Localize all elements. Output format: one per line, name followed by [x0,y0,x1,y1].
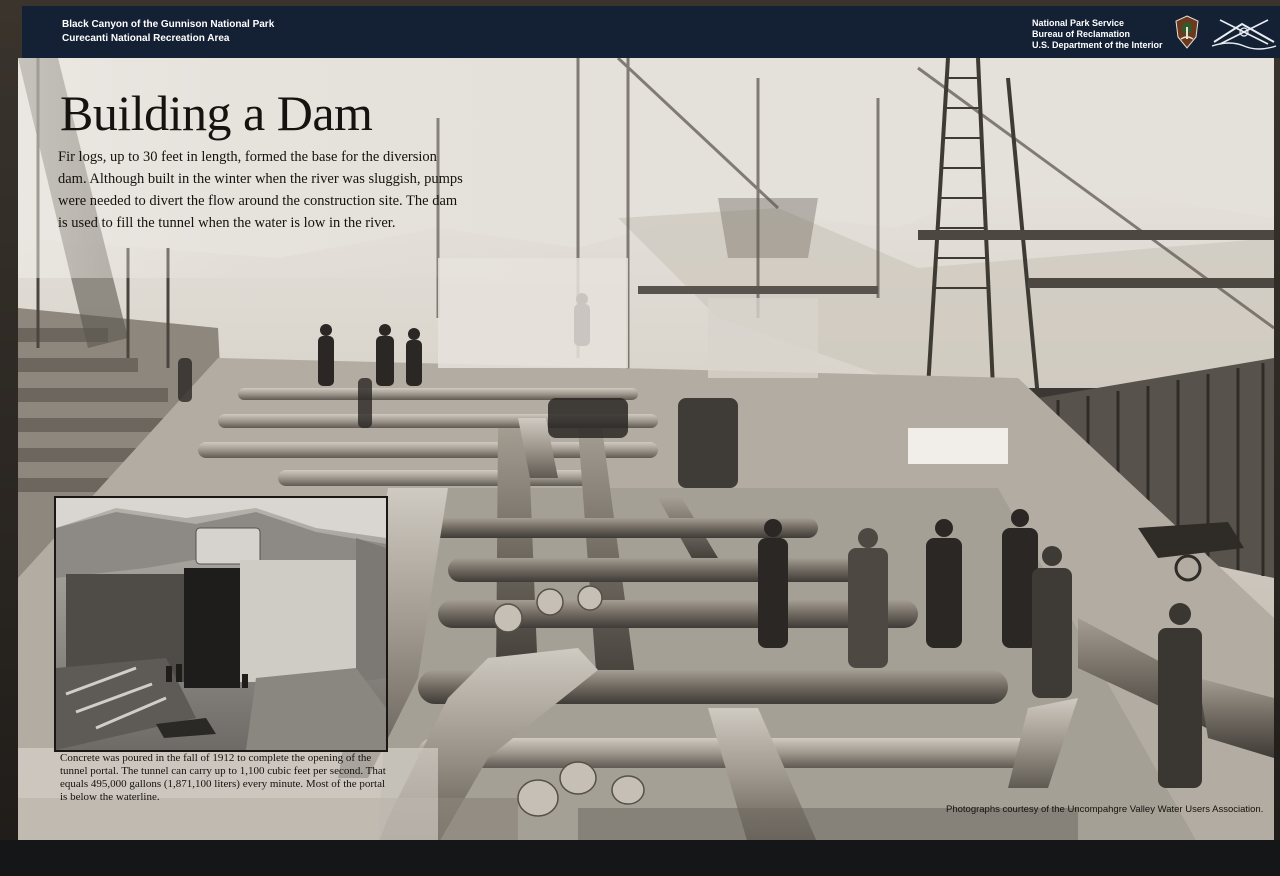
agency-nps: National Park Service [1032,18,1125,28]
header-agencies: National Park Service Bureau of Reclamat… [1032,18,1163,51]
agency-doi: U.S. Department of the Interior [1032,40,1163,50]
header-bar: Black Canyon of the Gunnison National Pa… [22,6,1280,58]
bureau-reclamation-logo-icon [1210,12,1278,52]
header-park-names: Black Canyon of the Gunnison National Pa… [62,18,274,46]
sign-panel: Building a Dam Fir logs, up to 30 feet i… [18,58,1274,844]
sign-body-text: Fir logs, up to 30 feet in length, forme… [58,149,463,231]
sign-title: Building a Dam [60,85,373,141]
tunnel-portal-photo-drawing [56,498,386,750]
park-name: Black Canyon of the Gunnison National Pa… [62,19,275,30]
bottom-rail [0,840,1280,876]
area-name: Curecanti National Recreation Area [62,33,230,44]
inset-caption: Concrete was poured in the fall of 1912 … [60,752,386,803]
photo-credit: Photographs courtesy of the Uncompahgre … [946,804,1264,815]
nps-arrowhead-icon [1175,15,1199,49]
tunnel-portal-photo [54,496,388,752]
agency-bor: Bureau of Reclamation [1032,29,1131,39]
